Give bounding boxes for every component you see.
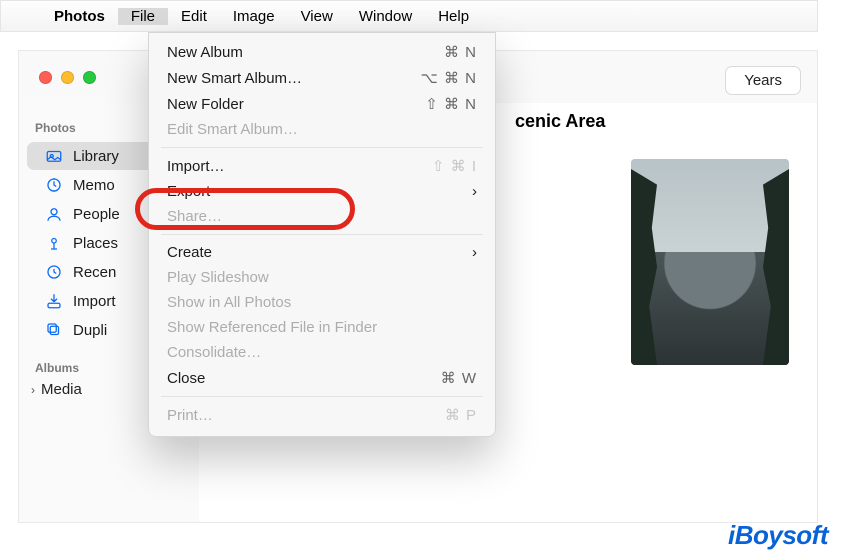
menubar-item-file[interactable]: File [118,8,168,25]
imports-icon [45,292,63,310]
menu-shortcut: ⌥ ⌘ N [421,69,477,87]
recents-icon [45,263,63,281]
menu-divider [161,147,483,148]
menu-item-label: Consolidate… [167,344,261,361]
menu-item-label: Print… [167,407,213,424]
menu-item-label: New Smart Album… [167,70,302,87]
menu-item-label: New Folder [167,96,244,113]
sidebar-item-label: Media [41,381,82,398]
menu-item-create[interactable]: Create › [149,240,495,265]
menu-item-play-slideshow: Play Slideshow [149,265,495,290]
section-heading: cenic Area [515,111,605,132]
menu-item-import[interactable]: Import… ⇧ ⌘ I [149,153,495,179]
menu-item-share: Share… [149,204,495,229]
menubar-item-window[interactable]: Window [346,8,425,25]
menu-item-new-folder[interactable]: New Folder ⇧ ⌘ N [149,91,495,117]
sidebar-item-label: Import [73,293,116,310]
fullscreen-window-button[interactable] [83,71,96,84]
menu-item-label: Play Slideshow [167,269,269,286]
menu-item-consolidate: Consolidate… [149,340,495,365]
menubar-item-edit[interactable]: Edit [168,8,220,25]
places-icon [45,234,63,252]
menu-item-show-referenced-file: Show Referenced File in Finder [149,315,495,340]
chevron-right-icon: › [472,183,477,200]
menu-item-print: Print… ⌘ P [149,402,495,428]
menu-shortcut: ⌘ W [441,369,477,387]
library-icon [45,147,63,165]
duplicates-icon [45,321,63,339]
menu-item-new-album[interactable]: New Album ⌘ N [149,39,495,65]
menu-item-new-smart-album[interactable]: New Smart Album… ⌥ ⌘ N [149,65,495,91]
sidebar-item-label: Dupli [73,322,107,339]
file-menu: New Album ⌘ N New Smart Album… ⌥ ⌘ N New… [148,32,496,437]
brand-watermark: iBoysoft [728,520,828,551]
menu-item-label: Export [167,183,210,200]
menu-item-label: Edit Smart Album… [167,121,298,138]
menu-shortcut: ⇧ ⌘ N [425,95,477,113]
traffic-lights [39,71,96,84]
menu-shortcut: ⌘ N [444,43,477,61]
menubar-item-help[interactable]: Help [425,8,482,25]
app-name[interactable]: Photos [41,8,118,25]
minimize-window-button[interactable] [61,71,74,84]
menu-item-close[interactable]: Close ⌘ W [149,365,495,391]
menubar: Photos File Edit Image View Window Help [0,0,818,32]
years-button[interactable]: Years [725,66,801,95]
chevron-right-icon: › [31,383,35,397]
menu-item-edit-smart-album: Edit Smart Album… [149,117,495,142]
people-icon [45,205,63,223]
menu-item-label: Create [167,244,212,261]
sidebar-item-label: Memo [73,177,115,194]
menu-item-label: Show in All Photos [167,294,291,311]
menu-item-show-in-all-photos: Show in All Photos [149,290,495,315]
menubar-item-image[interactable]: Image [220,8,288,25]
photo-thumbnail[interactable] [631,159,789,365]
menu-divider [161,234,483,235]
sidebar-item-label: Places [73,235,118,252]
sidebar-item-label: Library [73,148,119,165]
menu-shortcut: ⇧ ⌘ I [432,157,477,175]
menu-item-label: Close [167,370,205,387]
memories-icon [45,176,63,194]
menu-item-label: Import… [167,158,225,175]
menu-item-export[interactable]: Export › [149,179,495,204]
menu-divider [161,396,483,397]
menu-item-label: Show Referenced File in Finder [167,319,377,336]
sidebar-item-label: People [73,206,120,223]
menu-item-label: Share… [167,208,222,225]
menu-item-label: New Album [167,44,243,61]
sidebar-item-label: Recen [73,264,116,281]
close-window-button[interactable] [39,71,52,84]
menu-shortcut: ⌘ P [445,406,477,424]
chevron-right-icon: › [472,244,477,261]
menubar-item-view[interactable]: View [288,8,346,25]
